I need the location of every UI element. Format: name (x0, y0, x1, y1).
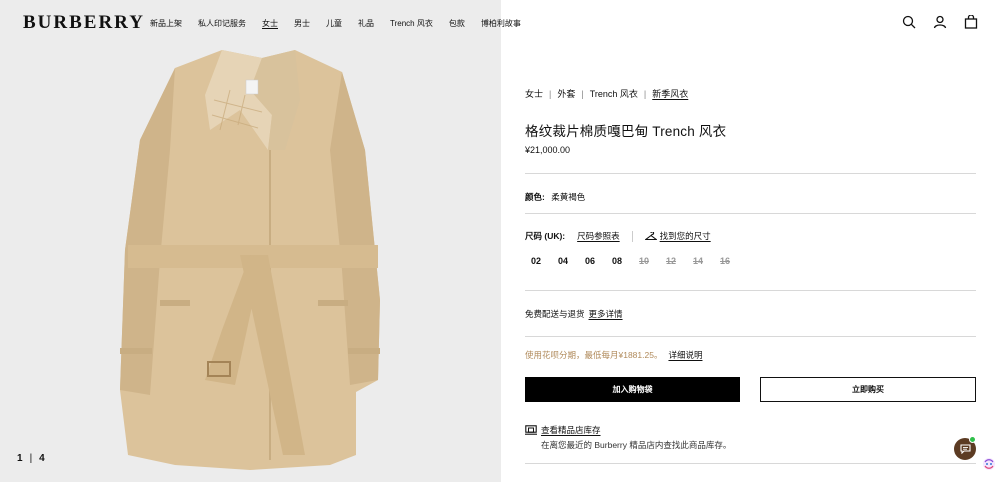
breadcrumb-item-outerwear[interactable]: 外套 (557, 87, 575, 100)
nav-item-stories[interactable]: 博柏利故事 (481, 18, 521, 29)
product-details-panel: 女士 | 外套 | Trench 风衣 | 新季风衣 格纹裁片棉质嘎巴甸 Tre… (525, 0, 976, 482)
breadcrumb-item-new-season-trench[interactable]: 新季风衣 (652, 87, 688, 100)
gallery-counter: 1 | 4 (17, 453, 46, 464)
nav-item-children[interactable]: 儿童 (326, 18, 342, 29)
add-to-bag-button[interactable]: 加入购物袋 (525, 377, 740, 402)
assistant-widget-icon[interactable] (982, 457, 996, 471)
buy-now-button[interactable]: 立即购买 (760, 377, 976, 402)
burberry-logo[interactable]: BURBERRY (23, 12, 145, 34)
installment-details-link[interactable]: 详细说明 (668, 350, 702, 360)
vertical-divider (631, 230, 633, 242)
divider (525, 213, 976, 214)
size-option-04[interactable]: 04 (552, 256, 579, 266)
color-label: 颜色: (525, 192, 545, 202)
gallery-total: 4 (39, 453, 46, 464)
size-header-row: 尺码 (UK): 尺码参照表 找到您的尺寸 (525, 230, 711, 242)
size-option-02[interactable]: 02 (525, 256, 552, 266)
online-status-dot (969, 436, 976, 443)
size-options: 02 04 06 08 10 12 14 16 (525, 256, 741, 266)
breadcrumb-separator: | (581, 88, 584, 99)
size-option-06[interactable]: 06 (579, 256, 606, 266)
breadcrumb-item-women[interactable]: 女士 (525, 87, 543, 100)
installment-row: 使用花呗分期，最低每月¥1881.25。 详细说明 (525, 349, 702, 361)
breadcrumb-separator: | (549, 88, 552, 99)
divider (525, 290, 976, 291)
divider (525, 463, 976, 464)
store-stock-description: 在离您最近的 Burberry 精品店内查找此商品库存。 (541, 440, 732, 450)
installment-text: 使用花呗分期，最低每月¥1881.25。 (525, 350, 663, 360)
size-option-10-unavailable[interactable]: 10 (633, 256, 660, 266)
find-your-size-button[interactable]: 找到您的尺寸 (644, 230, 711, 242)
product-title: 格纹裁片棉质嘎巴甸 Trench 风衣 (525, 124, 727, 139)
main-nav: 新品上架 私人印记服务 女士 男士 儿童 礼品 Trench 风衣 包款 博柏利… (150, 18, 537, 29)
size-label: 尺码 (UK): (525, 231, 566, 241)
nav-item-gifts[interactable]: 礼品 (358, 18, 374, 29)
shipping-details-link[interactable]: 更多详情 (589, 309, 623, 319)
find-your-size-link: 找到您的尺寸 (659, 231, 711, 241)
product-price: ¥21,000.00 (525, 145, 571, 155)
color-row: 颜色: 柔黄褐色 (525, 191, 585, 203)
size-option-12-unavailable[interactable]: 12 (660, 256, 687, 266)
product-image-pane[interactable]: 1 | 4 (0, 0, 501, 482)
size-option-08[interactable]: 08 (606, 256, 633, 266)
nav-item-personalisation[interactable]: 私人印记服务 (198, 18, 246, 29)
size-option-16-unavailable[interactable]: 16 (714, 256, 741, 266)
nav-item-bags[interactable]: 包款 (449, 18, 465, 29)
store-stock-row: 查看精品店库存 在离您最近的 Burberry 精品店内查找此商品库存。 (525, 424, 731, 451)
nav-item-women[interactable]: 女士 (262, 18, 278, 29)
shipping-text: 免费配送与退货 (525, 309, 585, 319)
gallery-current: 1 (17, 453, 24, 464)
color-value: 柔黄褐色 (551, 192, 586, 202)
breadcrumb-separator: | (643, 88, 647, 99)
gallery-separator: | (29, 453, 34, 464)
check-store-stock-link[interactable]: 查看精品店库存 (541, 424, 601, 436)
nav-item-trench[interactable]: Trench 风衣 (390, 18, 433, 29)
breadcrumb: 女士 | 外套 | Trench 风衣 | 新季风衣 (525, 87, 688, 100)
size-chart-link[interactable]: 尺码参照表 (577, 230, 620, 242)
divider (525, 173, 976, 174)
nav-item-new-arrivals[interactable]: 新品上架 (150, 18, 182, 29)
divider (525, 336, 976, 337)
shipping-row: 免费配送与退货 更多详情 (525, 308, 623, 320)
product-image-trench-coat (0, 0, 501, 482)
size-option-14-unavailable[interactable]: 14 (687, 256, 714, 266)
nav-item-men[interactable]: 男士 (294, 18, 310, 29)
hanger-icon (644, 231, 657, 240)
breadcrumb-item-trench[interactable]: Trench 风衣 (590, 87, 638, 100)
chat-icon (959, 444, 971, 454)
store-icon (525, 425, 537, 435)
